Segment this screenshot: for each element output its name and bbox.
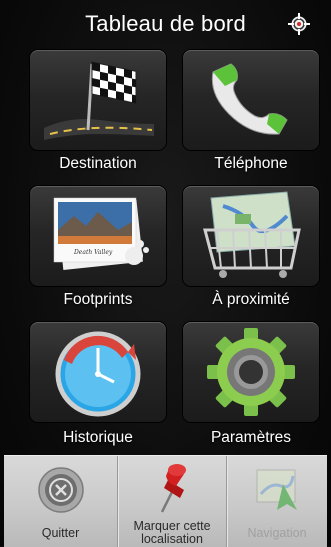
close-circle-icon xyxy=(38,467,84,513)
phone-handset-icon xyxy=(211,63,288,135)
telephone-tile[interactable] xyxy=(183,50,319,150)
history-label: Historique xyxy=(63,429,133,446)
footprints-label: Footprints xyxy=(63,291,133,308)
mark-location-label-line2: localisation xyxy=(141,532,203,546)
map-basket-icon xyxy=(203,191,301,278)
settings-label: Paramètres xyxy=(210,429,292,446)
destination-label: Destination xyxy=(59,155,137,172)
navigation-label: Navigation xyxy=(247,526,307,540)
nearby-label: À proximité xyxy=(212,291,290,308)
checkered-flag-icon xyxy=(44,61,154,140)
settings-tile[interactable] xyxy=(183,322,319,422)
header: Tableau de bord xyxy=(0,0,331,46)
destination-tile[interactable] xyxy=(30,50,166,150)
photo-stack-icon: Death Valley xyxy=(53,197,149,271)
quit-label: Quitter xyxy=(41,526,80,540)
navigation-button[interactable]: Navigation xyxy=(227,456,327,547)
pushpin-icon xyxy=(160,464,186,513)
page-title: Tableau de bord xyxy=(85,11,246,36)
footprints-tile[interactable]: Death Valley xyxy=(30,186,166,286)
gear-settings-icon xyxy=(207,328,295,416)
dashboard-screen: Tableau de bord Destination Téléphone De… xyxy=(0,0,331,547)
quit-button[interactable]: Quitter xyxy=(4,456,117,547)
bottom-action-bar: Quitter Marquer cette localisation Navig… xyxy=(4,455,327,547)
mark-location-button[interactable]: Marquer cette localisation xyxy=(118,456,226,547)
navigation-map-icon xyxy=(256,469,297,510)
clock-history-icon xyxy=(55,331,141,417)
svg-text:Death Valley: Death Valley xyxy=(73,249,113,256)
history-tile[interactable] xyxy=(30,322,166,422)
nearby-tile[interactable] xyxy=(183,186,319,286)
telephone-label: Téléphone xyxy=(214,155,288,172)
gps-crosshair-icon[interactable] xyxy=(288,13,310,35)
